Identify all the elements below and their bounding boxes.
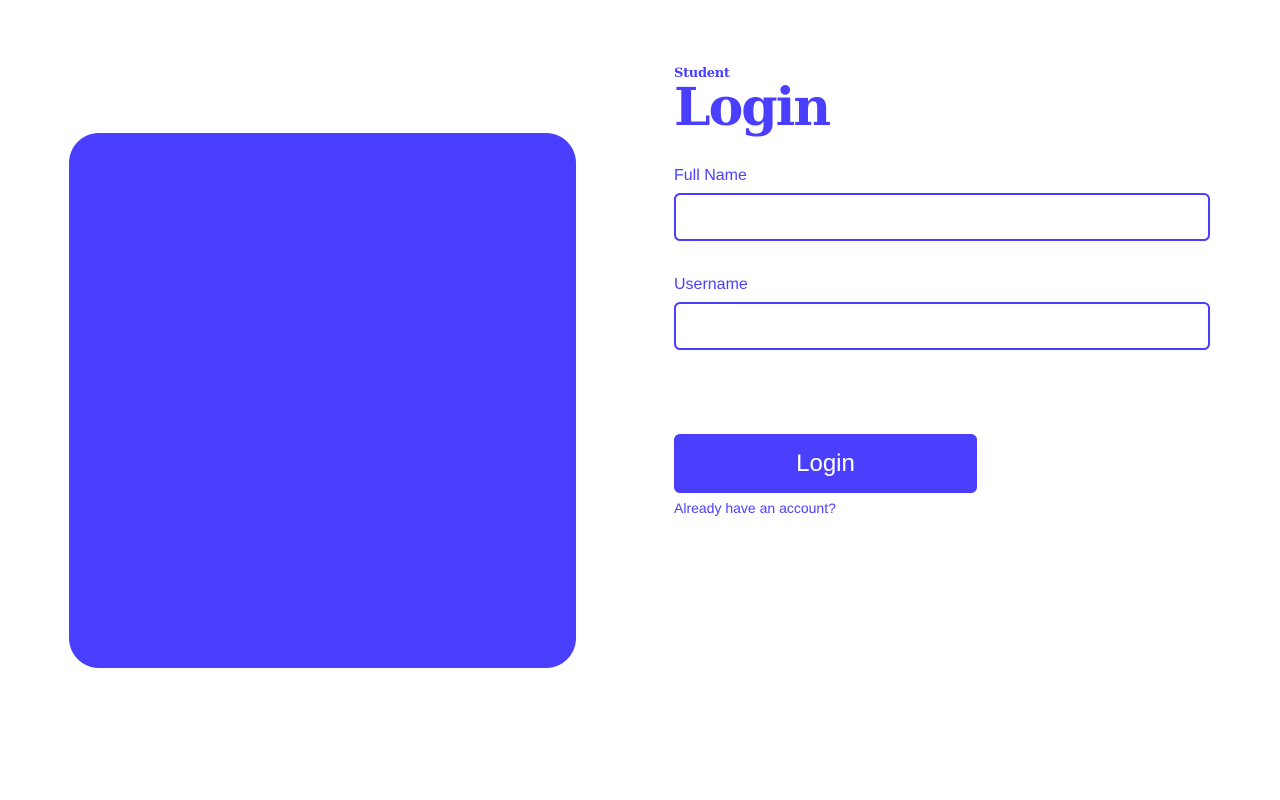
- hero-panel: [69, 133, 576, 668]
- username-input[interactable]: [674, 302, 1210, 350]
- full-name-input[interactable]: [674, 193, 1210, 241]
- full-name-label: Full Name: [674, 167, 747, 184]
- login-button[interactable]: Login: [674, 434, 977, 493]
- page-title: Login: [674, 77, 831, 138]
- already-have-account-link[interactable]: Already have an account?: [674, 499, 836, 517]
- username-label: Username: [674, 276, 748, 293]
